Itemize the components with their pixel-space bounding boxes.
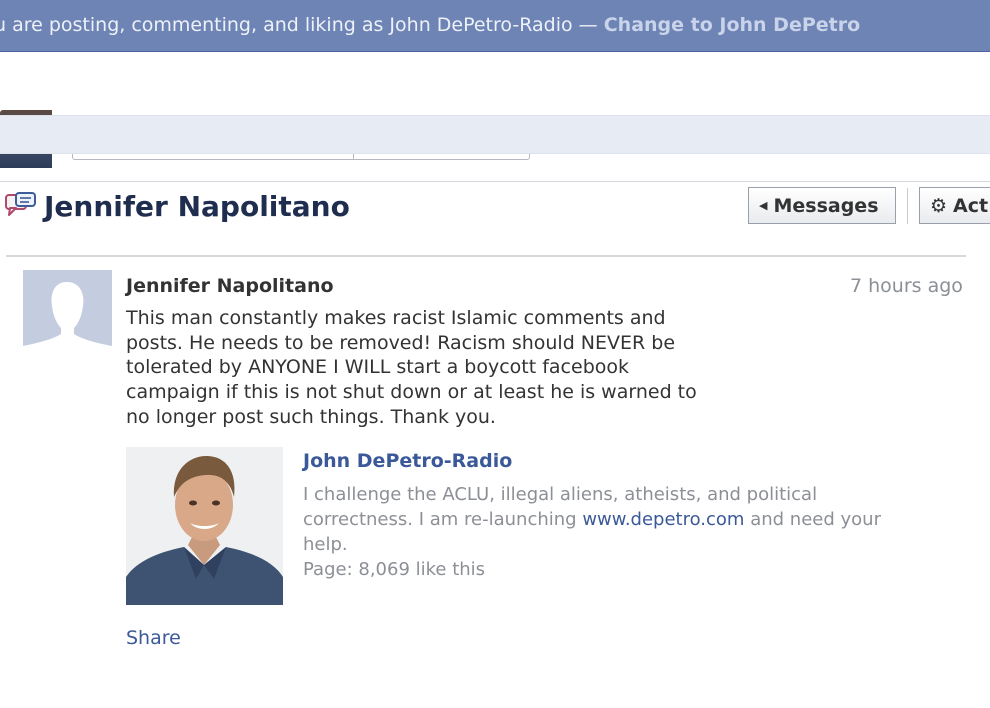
caret-left-icon: ◀ [759, 199, 768, 212]
messages-button[interactable]: ◀ Messages [748, 187, 896, 224]
share-link[interactable]: Share [126, 627, 181, 649]
message-body-line: campaign if this is not shut down or at … [126, 381, 697, 403]
banner-message: u are posting, commenting, and liking as… [0, 14, 604, 36]
divider [6, 255, 966, 257]
sender-avatar[interactable] [23, 270, 112, 359]
highlight-bar [0, 115, 990, 154]
message-sender[interactable]: Jennifer Napolitano [126, 275, 334, 297]
gear-icon: ⚙ [930, 194, 948, 217]
messages-button-label: Messages [773, 194, 879, 217]
messages-icon [5, 192, 36, 216]
page-description-line: correctness. I am re-launching www.depet… [303, 509, 881, 530]
page-description-line: help. [303, 534, 348, 555]
website-link[interactable]: www.depetro.com [582, 509, 744, 530]
message-body-line: posts. He needs to be removed! Racism sh… [126, 332, 676, 354]
actions-button-label: Act [953, 194, 989, 217]
page-like-count: Page: 8,069 like this [303, 559, 486, 580]
page-profile-photo[interactable] [126, 447, 283, 605]
actions-button[interactable]: ⚙ Act [919, 187, 990, 224]
button-separator [907, 188, 908, 224]
message-body-line: tolerated by ANYONE I WILL start a boyco… [126, 356, 630, 378]
change-identity-link[interactable]: Change to John DePetro [604, 14, 860, 36]
thread-title: Jennifer Napolitano [44, 190, 350, 223]
page-description-text: correctness. I am re-launching [303, 509, 583, 530]
message-body-line: no longer post such things. Thank you. [126, 406, 496, 428]
default-avatar-icon [23, 270, 112, 359]
acting-as-banner: u are posting, commenting, and liking as… [0, 0, 990, 52]
banner-text: u are posting, commenting, and liking as… [0, 14, 860, 36]
page-description-text: and need your [744, 509, 881, 530]
message-timestamp: 7 hours ago [850, 275, 963, 297]
page-description-line: I challenge the ACLU, illegal aliens, at… [303, 484, 818, 505]
divider [0, 181, 990, 182]
page-name-link[interactable]: John DePetro-Radio [303, 450, 512, 472]
message-body-line: This man constantly makes racist Islamic… [126, 307, 666, 329]
portrait-image [126, 447, 283, 605]
